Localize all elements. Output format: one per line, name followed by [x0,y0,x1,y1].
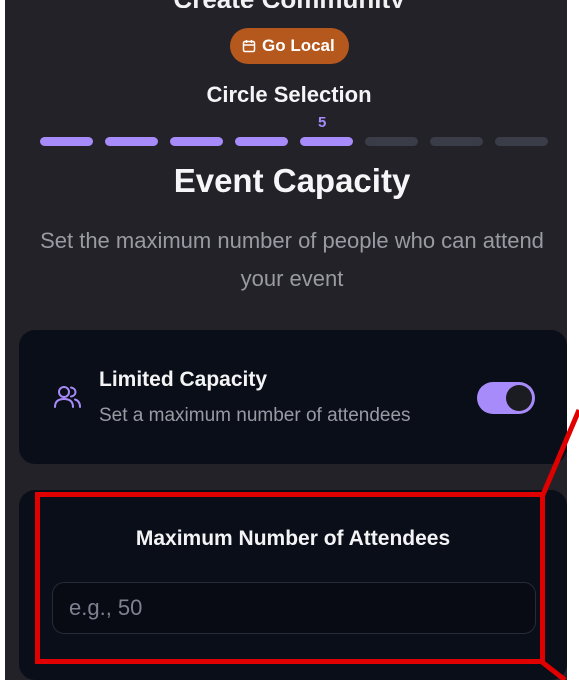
page-title-cropped: Create Community [5,0,573,8]
progress-segment-8 [495,137,548,146]
page-subtitle: Set the maximum number of people who can… [40,228,544,291]
calendar-icon [242,40,256,53]
progress-segment-1 [40,137,93,146]
step-number: 5 [318,114,327,131]
app-screen: Create Community Go Local Circle Selecti… [5,0,573,680]
toggle-knob [506,385,532,411]
users-icon [54,386,81,408]
page-heading: Event Capacity [173,162,411,199]
max-attendees-card: Maximum Number of Attendees [19,490,567,680]
badge-label: Go Local [262,36,335,55]
progress-segment-5 [300,137,353,146]
progress-segment-6 [365,137,418,146]
progress-segment-7 [430,137,483,146]
go-local-badge: Go Local [230,28,349,64]
limited-capacity-description: Set a maximum number of attendees [99,405,411,426]
step-progress-bar [40,137,548,146]
progress-segment-4 [235,137,288,146]
limited-capacity-toggle[interactable] [477,382,535,414]
progress-segment-3 [170,137,223,146]
step-title: Circle Selection [206,82,372,107]
progress-segment-2 [105,137,158,146]
max-attendees-label: Maximum Number of Attendees [135,527,451,550]
limited-capacity-card: Limited Capacity Set a maximum number of… [19,330,567,464]
max-attendees-input[interactable] [52,582,536,634]
frame-edge [567,0,573,680]
limited-capacity-title: Limited Capacity [99,368,268,391]
